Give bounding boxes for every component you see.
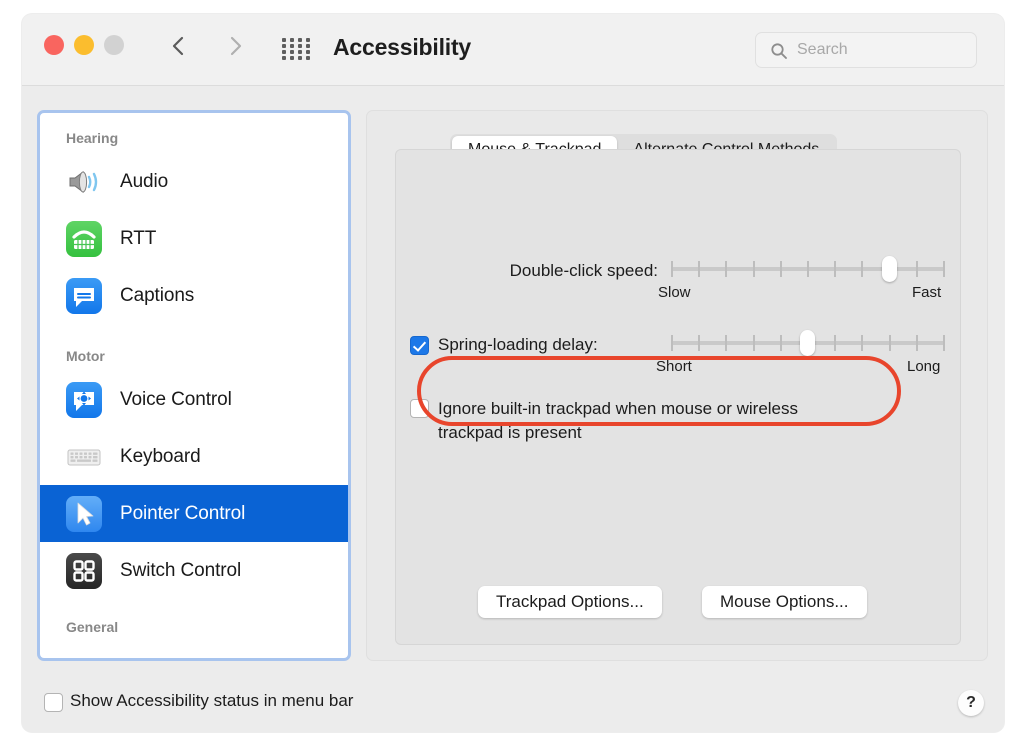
spring-loading-long-label: Long bbox=[907, 358, 941, 375]
voice-control-icon bbox=[66, 381, 102, 418]
sidebar-group-hearing: Hearing bbox=[66, 130, 119, 146]
minimize-button[interactable] bbox=[74, 35, 94, 55]
show-all-grid-icon[interactable] bbox=[282, 38, 312, 60]
sidebar-item-switch-control[interactable]: Switch Control bbox=[40, 542, 348, 599]
keyboard-icon bbox=[66, 439, 102, 475]
sidebar-item-audio[interactable]: Audio bbox=[40, 153, 348, 210]
sidebar-item-voice-control[interactable]: Voice Control bbox=[40, 371, 348, 428]
back-button[interactable] bbox=[166, 33, 192, 59]
sidebar-item-rtt[interactable]: RTT bbox=[40, 210, 348, 267]
ignore-builtin-trackpad-checkbox[interactable] bbox=[410, 399, 429, 418]
zoom-button[interactable] bbox=[104, 35, 124, 55]
speaker-audio-icon bbox=[66, 164, 102, 200]
double-click-speed-slider[interactable] bbox=[671, 256, 945, 282]
accessibility-feature-list[interactable]: Hearing Audio RTT Captions Motor Voice C… bbox=[37, 110, 351, 661]
slider-tick bbox=[888, 335, 891, 351]
slider-tick bbox=[752, 335, 755, 351]
pointer-control-icon bbox=[66, 495, 102, 532]
slider-tick bbox=[671, 335, 673, 351]
ignore-trackpad-line2: trackpad is present bbox=[438, 423, 582, 442]
sidebar-item-captions[interactable]: Captions bbox=[40, 267, 348, 324]
sidebar-item-label: Keyboard bbox=[120, 445, 201, 467]
settings-content-area: Double-click speed: Slow Fast Spring-loa… bbox=[395, 149, 961, 645]
double-click-slow-label: Slow bbox=[658, 284, 691, 301]
spring-loading-label: Spring-loading delay: bbox=[438, 335, 598, 354]
slider-tick bbox=[861, 335, 864, 351]
show-accessibility-status-label: Show Accessibility status in menu bar bbox=[70, 691, 354, 710]
slider-tick bbox=[943, 261, 945, 277]
slider-tick bbox=[671, 261, 673, 277]
show-accessibility-status-checkbox[interactable] bbox=[44, 693, 63, 712]
slider-tick bbox=[752, 261, 755, 277]
close-button[interactable] bbox=[44, 35, 64, 55]
slider-tick bbox=[807, 261, 809, 277]
sidebar-item-label: Audio bbox=[120, 170, 169, 192]
slider-tick bbox=[834, 335, 837, 351]
slider-tick bbox=[698, 335, 701, 351]
slider-tick bbox=[943, 335, 945, 351]
sidebar-item-pointer-control[interactable]: Pointer Control bbox=[40, 485, 348, 542]
slider-thumb[interactable] bbox=[881, 256, 897, 282]
captions-bubble-icon bbox=[66, 277, 102, 314]
sidebar-item-label: Pointer Control bbox=[120, 502, 246, 524]
slider-tick bbox=[725, 261, 728, 277]
double-click-fast-label: Fast bbox=[912, 284, 942, 301]
slider-tick bbox=[779, 335, 782, 351]
slider-tick bbox=[834, 261, 837, 277]
page-title: Accessibility bbox=[333, 34, 472, 60]
help-button[interactable]: ? bbox=[958, 690, 984, 716]
slider-tick bbox=[915, 335, 918, 351]
switch-control-icon bbox=[66, 552, 102, 589]
sidebar-item-label: Captions bbox=[120, 284, 195, 306]
forward-button[interactable] bbox=[222, 33, 248, 59]
sidebar-item-label: Switch Control bbox=[120, 559, 242, 581]
slider-tick bbox=[779, 261, 782, 277]
slider-tick bbox=[915, 261, 918, 277]
slider-tick bbox=[698, 261, 701, 277]
spring-loading-short-label: Short bbox=[656, 358, 692, 375]
sidebar-item-label: Voice Control bbox=[120, 388, 232, 410]
rtt-phone-icon bbox=[66, 220, 102, 257]
preferences-window: Accessibility Hearing bbox=[22, 14, 1004, 732]
slider-thumb[interactable] bbox=[800, 330, 815, 356]
pointer-control-panel: Mouse & Trackpad Alternate Control Metho… bbox=[366, 110, 988, 661]
double-click-speed-label: Double-click speed: bbox=[509, 261, 658, 280]
sidebar-group-general: General bbox=[66, 619, 119, 635]
sidebar-group-motor: Motor bbox=[66, 348, 105, 364]
trackpad-options-button[interactable]: Trackpad Options... bbox=[478, 586, 662, 618]
ignore-trackpad-line1: Ignore built-in trackpad when mouse or w… bbox=[438, 399, 799, 418]
spring-loading-delay-slider[interactable] bbox=[671, 330, 945, 356]
slider-tick bbox=[861, 261, 864, 277]
search-icon bbox=[771, 43, 787, 59]
search-box[interactable] bbox=[755, 32, 977, 68]
spring-loading-checkbox[interactable] bbox=[410, 336, 429, 355]
slider-tick bbox=[725, 335, 728, 351]
mouse-options-button[interactable]: Mouse Options... bbox=[702, 586, 867, 618]
sidebar-item-keyboard[interactable]: Keyboard bbox=[40, 428, 348, 485]
window-titlebar: Accessibility bbox=[22, 14, 1004, 86]
search-input[interactable] bbox=[797, 33, 969, 67]
sidebar-item-label: RTT bbox=[120, 227, 157, 249]
